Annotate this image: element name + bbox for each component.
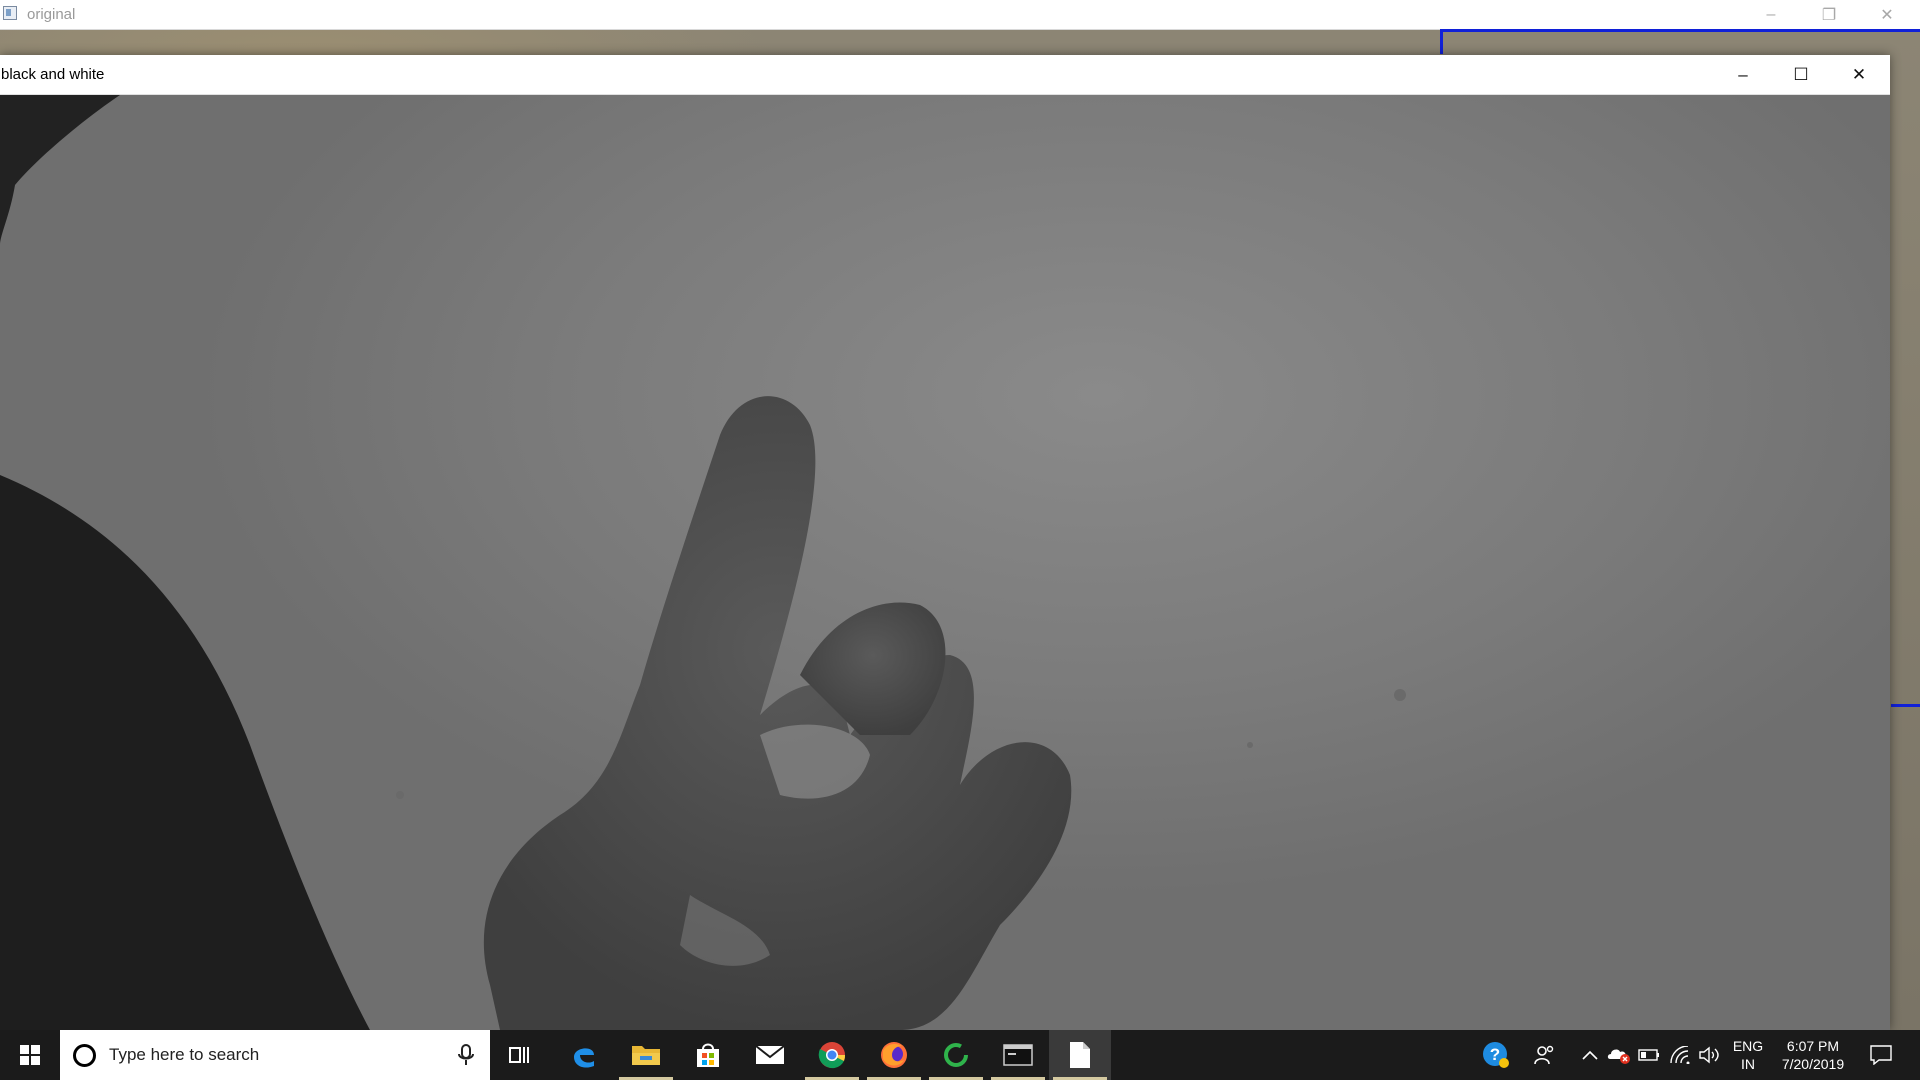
chevron-up-icon: [1582, 1050, 1598, 1060]
task-view-button[interactable]: [489, 1030, 551, 1080]
roi-box-marker: [1891, 704, 1920, 707]
show-hidden-icons-button[interactable]: [1578, 1030, 1602, 1080]
grayscale-frame-canvas: [0, 95, 1406, 1030]
bw-titlebar[interactable]: black and white – ☐ ✕: [0, 55, 1890, 95]
edge-icon: [574, 1048, 594, 1068]
original-close-button[interactable]: ✕: [1858, 0, 1916, 29]
grayscale-video-frame: [0, 95, 1890, 1030]
taskbar-app-spinner[interactable]: [925, 1030, 987, 1080]
language-code: ENG: [1732, 1038, 1764, 1054]
window-black-and-white[interactable]: black and white – ☐ ✕: [0, 55, 1890, 1030]
roi-box-left-edge: [1440, 29, 1443, 54]
microphone-icon[interactable]: [455, 1043, 477, 1067]
bw-maximize-button[interactable]: ☐: [1772, 55, 1830, 94]
store-icon: [697, 1043, 719, 1067]
people-icon: [1534, 1045, 1554, 1065]
bw-close-button[interactable]: ✕: [1830, 55, 1888, 94]
clock-date: 7/20/2019: [1781, 1056, 1845, 1072]
notification-icon: [1870, 1045, 1892, 1065]
action-center-button[interactable]: [1862, 1030, 1900, 1080]
language-region: IN: [1741, 1056, 1755, 1072]
wifi-tray-button[interactable]: [1666, 1030, 1694, 1080]
hand-gesture: [483, 396, 1072, 1030]
start-button[interactable]: [0, 1030, 60, 1080]
taskbar-app-document[interactable]: [1049, 1030, 1111, 1080]
windows-logo-icon: [20, 1045, 40, 1065]
terminal-icon: [1003, 1044, 1033, 1066]
circle-arrow-icon: [944, 1043, 968, 1067]
volume-tray-button[interactable]: [1696, 1030, 1724, 1080]
help-tray-button[interactable]: ?: [1478, 1030, 1514, 1080]
cloud-error-icon: [1607, 1049, 1630, 1064]
wall-speck: [396, 791, 404, 799]
taskbar-app-mail[interactable]: [739, 1030, 801, 1080]
original-restore-button[interactable]: ❐: [1800, 0, 1858, 29]
search-placeholder: Type here to search: [109, 1045, 260, 1064]
wifi-icon: [1670, 1046, 1690, 1064]
taskbar-app-firefox[interactable]: [863, 1030, 925, 1080]
chrome-icon: [818, 1042, 846, 1069]
taskbar-search-box[interactable]: Type here to search: [60, 1030, 490, 1080]
folder-icon: [632, 1046, 660, 1065]
taskbar-app-store[interactable]: [677, 1030, 739, 1080]
battery-tray-button[interactable]: [1636, 1030, 1662, 1080]
original-window-title: original: [27, 6, 76, 23]
clock-time: 6:07 PM: [1786, 1038, 1840, 1054]
clock[interactable]: 6:07 PM 7/20/2019: [1772, 1030, 1854, 1080]
people-tray-button[interactable]: [1528, 1030, 1560, 1080]
task-view-icon: [509, 1047, 529, 1063]
svg-text:?: ?: [1490, 1045, 1500, 1064]
bw-window-title: black and white: [1, 66, 105, 83]
firefox-icon: [881, 1042, 907, 1068]
taskbar-app-console[interactable]: [987, 1030, 1049, 1080]
person-silhouette: [0, 475, 370, 1030]
taskbar-app-file-explorer[interactable]: [615, 1030, 677, 1080]
taskbar-app-edge[interactable]: [553, 1030, 615, 1080]
document-icon: [1070, 1042, 1090, 1068]
taskbar: Type here to search ? ENG IN 6:07 PM 7/2…: [0, 1030, 1920, 1080]
window-app-icon: [3, 6, 17, 20]
help-icon: ?: [1483, 1042, 1509, 1068]
original-titlebar[interactable]: original – ❐ ✕: [0, 0, 1920, 30]
taskbar-app-chrome[interactable]: [801, 1030, 863, 1080]
language-indicator[interactable]: ENG IN: [1728, 1030, 1768, 1080]
roi-box-top-edge: [1440, 29, 1920, 32]
speaker-icon: [1699, 1046, 1719, 1064]
bw-minimize-button[interactable]: –: [1714, 55, 1772, 94]
onedrive-tray-button[interactable]: [1606, 1030, 1632, 1080]
wall-speck: [1394, 689, 1406, 701]
wall-speck: [1247, 742, 1253, 748]
original-minimize-button[interactable]: –: [1742, 0, 1800, 29]
hair-silhouette: [0, 95, 120, 245]
battery-icon: [1638, 1049, 1659, 1061]
mail-icon: [755, 1045, 785, 1064]
cortana-icon: [73, 1044, 96, 1067]
